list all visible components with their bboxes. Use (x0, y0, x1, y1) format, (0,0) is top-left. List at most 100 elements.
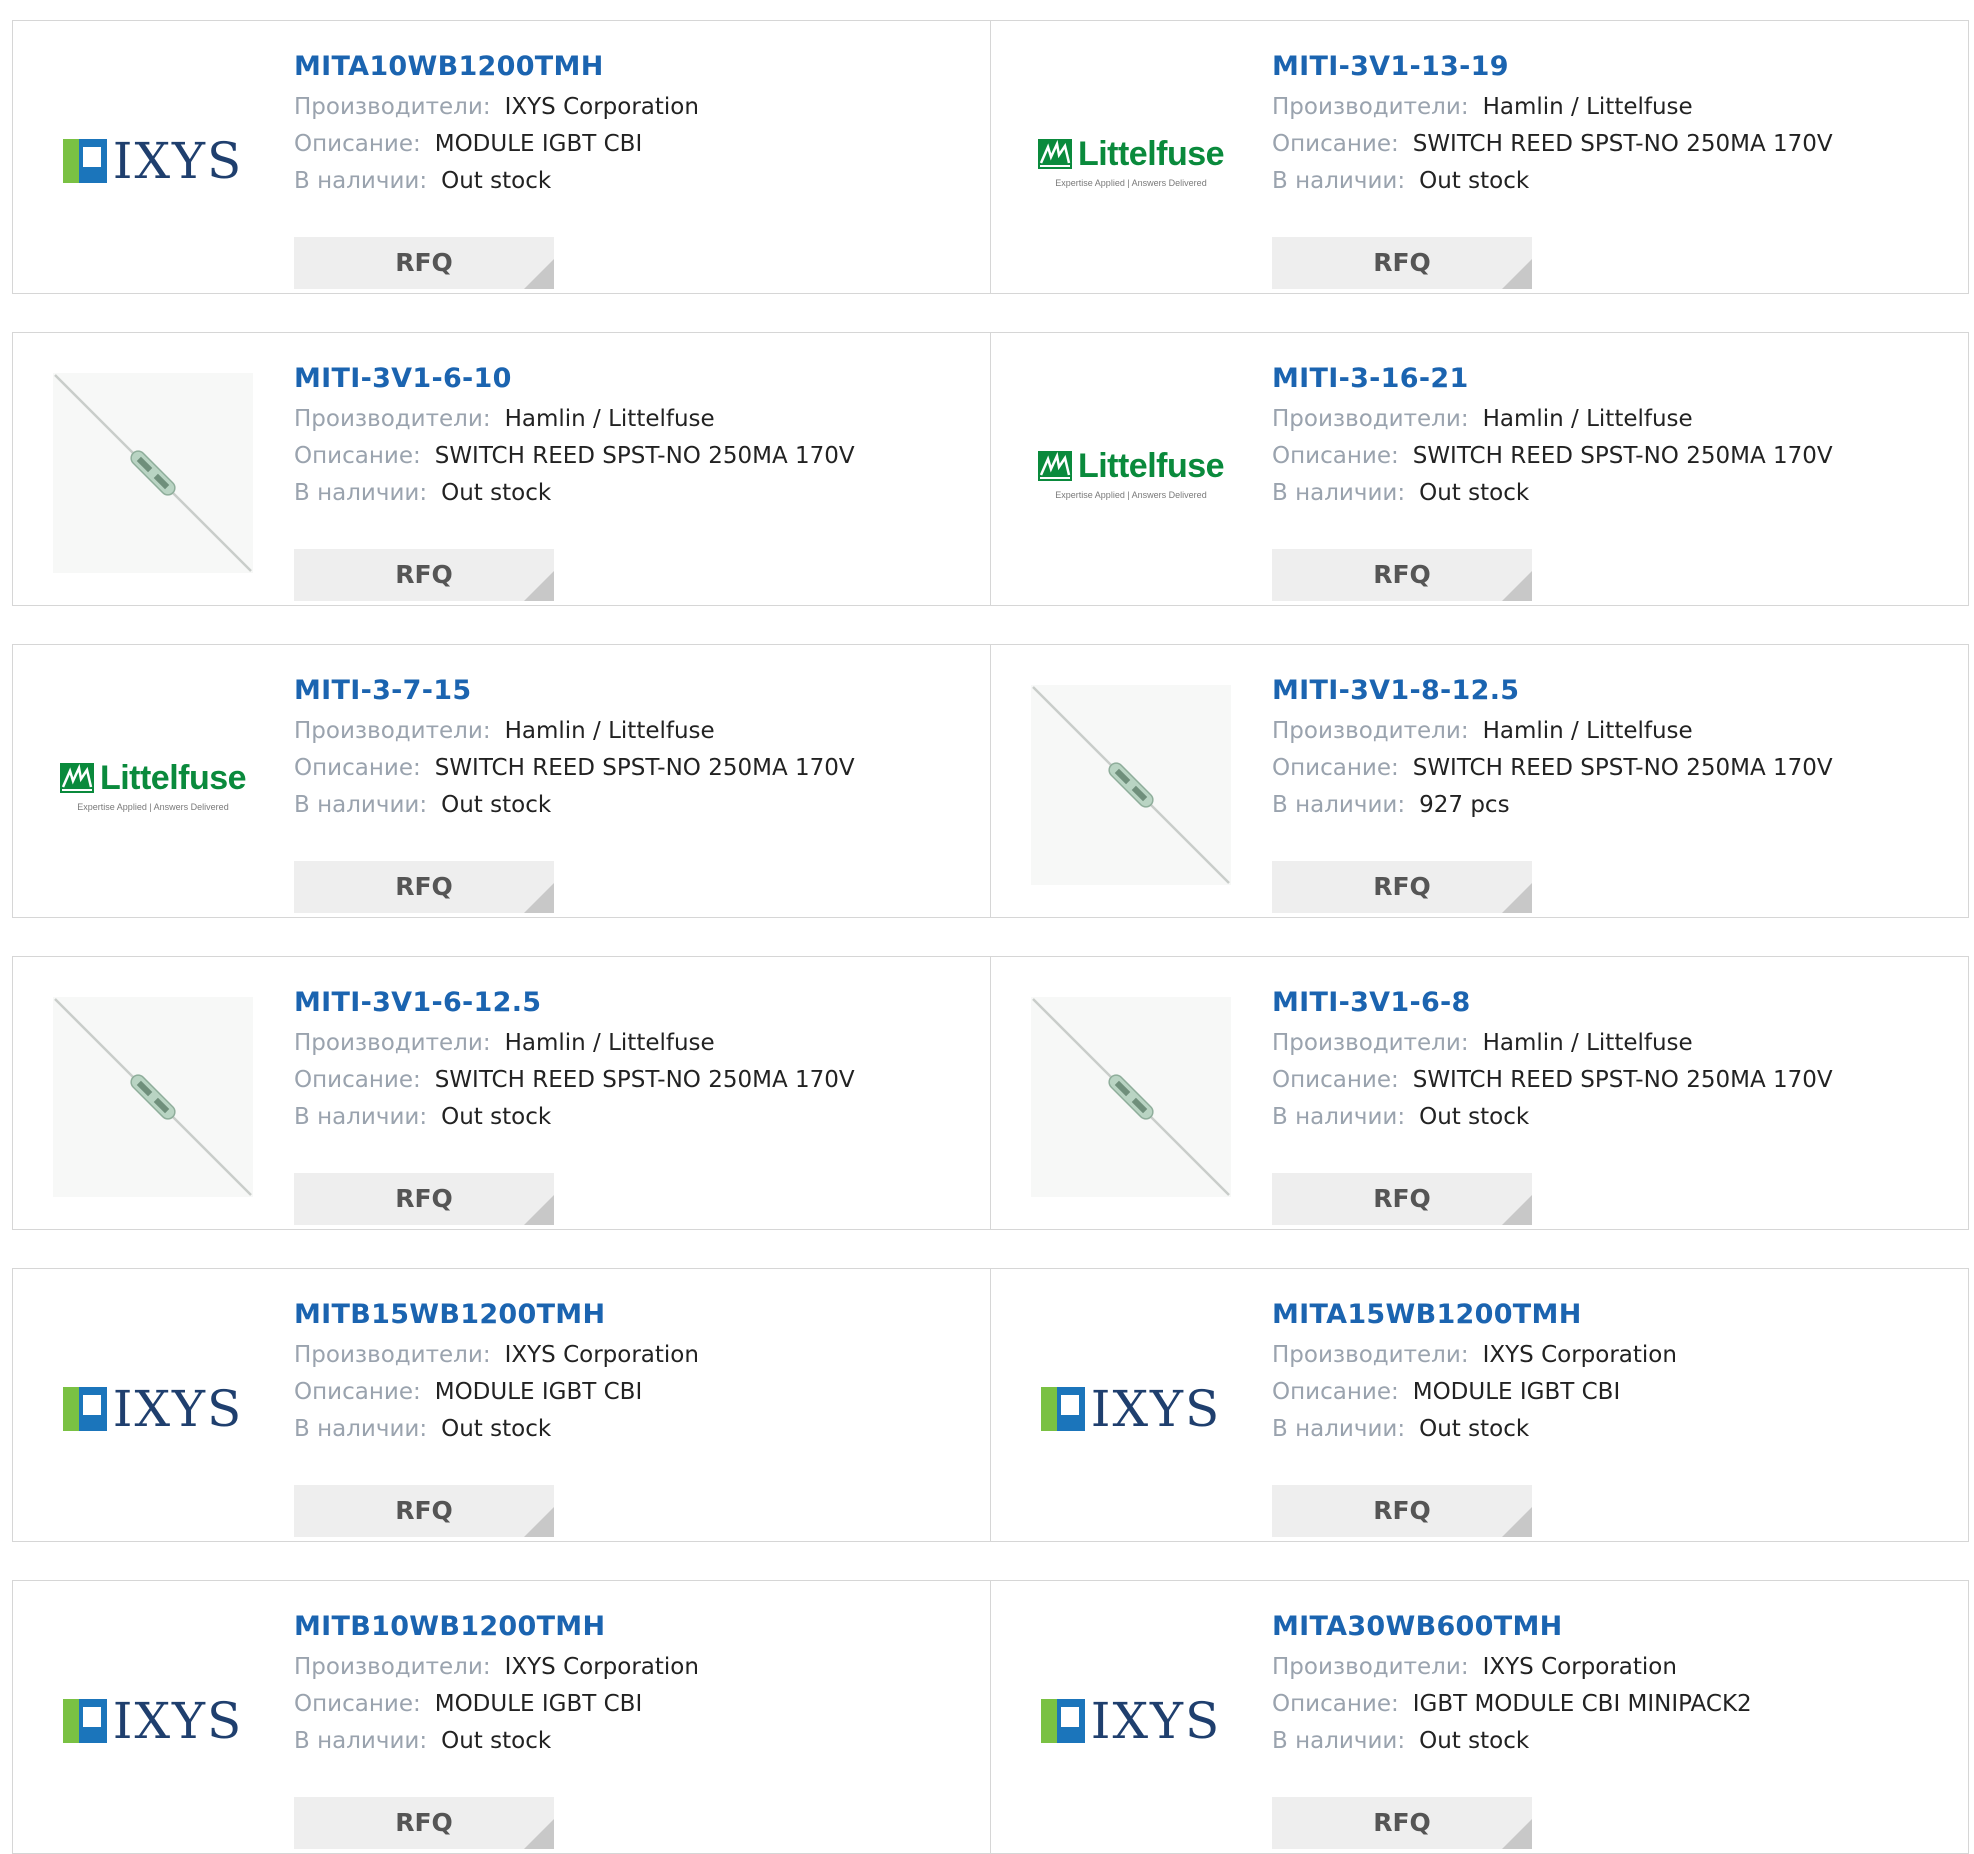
product-image[interactable]: Littelfuse Expertise Applied | Answers D… (1031, 61, 1231, 261)
stock-label: В наличии: (294, 1416, 428, 1442)
product-info: MITI-3-16-21 Производители: Hamlin / Litt… (1272, 361, 1948, 601)
manufacturer-label: Производители: (1272, 718, 1469, 744)
description-value: SWITCH REED SPST-NO 250MA 170V (1412, 131, 1833, 157)
description-label: Описание: (294, 755, 421, 781)
manufacturer-line: Производители: IXYS Corporation (1272, 1337, 1948, 1374)
product-card: MITI-3V1-6-12.5 Производители: Hamlin / L… (13, 957, 990, 1229)
product-card: IXYS MITA10WB1200TMH Производители: IXYS … (13, 21, 990, 293)
rfq-button[interactable]: RFQ (1272, 237, 1532, 289)
manufacturer-label: Производители: (1272, 1342, 1469, 1368)
littelfuse-logo-text: Littelfuse (1077, 134, 1225, 173)
ixys-mark-cutout (1060, 1395, 1079, 1415)
product-image[interactable] (1031, 997, 1231, 1197)
rfq-button[interactable]: RFQ (294, 1485, 554, 1537)
stock-label: В наличии: (1272, 1416, 1406, 1442)
stock-line: В наличии: Out stock (294, 787, 970, 824)
corner-triangle-icon (524, 1819, 554, 1849)
part-number-link[interactable]: MITB10WB1200TMH (294, 1609, 970, 1645)
part-number-link[interactable]: MITA10WB1200TMH (294, 49, 970, 85)
manufacturer-value: IXYS Corporation (1482, 1342, 1677, 1368)
product-image[interactable] (53, 373, 253, 573)
part-number-link[interactable]: MITI-3-16-21 (1272, 361, 1948, 397)
product-card: Littelfuse Expertise Applied | Answers D… (991, 21, 1968, 293)
product-card: IXYS MITA15WB1200TMH Производители: IXYS … (991, 1269, 1968, 1541)
part-number-link[interactable]: MITI-3-7-15 (294, 673, 970, 709)
manufacturer-line: Производители: Hamlin / Littelfuse (294, 401, 970, 438)
rfq-label: RFQ (395, 248, 453, 277)
part-number-link[interactable]: MITI-3V1-6-8 (1272, 985, 1948, 1021)
rfq-button[interactable]: RFQ (294, 861, 554, 913)
product-info: MITI-3-7-15 Производители: Hamlin / Litte… (294, 673, 970, 913)
stock-line: В наличии: Out stock (1272, 1411, 1948, 1448)
ixys-mark-icon (62, 139, 107, 183)
product-image[interactable]: IXYS (1031, 1309, 1231, 1509)
rfq-button[interactable]: RFQ (294, 1173, 554, 1225)
part-number-link[interactable]: MITI-3V1-6-12.5 (294, 985, 970, 1021)
manufacturer-line: Производители: Hamlin / Littelfuse (1272, 713, 1948, 750)
manufacturer-value: IXYS Corporation (1482, 1654, 1677, 1680)
corner-triangle-icon (1502, 259, 1532, 289)
part-number-link[interactable]: MITA30WB600TMH (1272, 1609, 1948, 1645)
ixys-mark-cutout (82, 1395, 101, 1415)
ixys-mark-cutout (1060, 1707, 1079, 1727)
rfq-label: RFQ (395, 1184, 453, 1213)
ixys-logo-text: IXYS (112, 132, 244, 190)
stock-label: В наличии: (294, 1104, 428, 1130)
rfq-label: RFQ (1373, 872, 1431, 901)
manufacturer-label: Производители: (294, 1654, 491, 1680)
rfq-button[interactable]: RFQ (294, 549, 554, 601)
littelfuse-logo: Littelfuse Expertise Applied | Answers D… (59, 759, 247, 812)
part-number-link[interactable]: MITI-3V1-13-19 (1272, 49, 1948, 85)
product-info: MITI-3V1-13-19 Производители: Hamlin / Li… (1272, 49, 1948, 289)
rfq-button[interactable]: RFQ (294, 1797, 554, 1849)
rfq-button[interactable]: RFQ (1272, 1485, 1532, 1537)
stock-label: В наличии: (1272, 1104, 1406, 1130)
littelfuse-tagline: Expertise Applied | Answers Delivered (1055, 489, 1207, 500)
littelfuse-logo-top: Littelfuse (1037, 134, 1225, 174)
description-line: Описание: MODULE IGBT CBI (294, 126, 970, 163)
description-line: Описание: MODULE IGBT CBI (294, 1686, 970, 1723)
ixys-mark-icon (1040, 1699, 1085, 1743)
part-number-link[interactable]: MITB15WB1200TMH (294, 1297, 970, 1333)
ixys-mark-green (62, 1699, 79, 1743)
stock-line: В наличии: Out stock (1272, 1723, 1948, 1760)
rfq-label: RFQ (1373, 248, 1431, 277)
part-number-link[interactable]: MITI-3V1-6-10 (294, 361, 970, 397)
rfq-button[interactable]: RFQ (1272, 549, 1532, 601)
corner-triangle-icon (1502, 1507, 1532, 1537)
part-number-link[interactable]: MITI-3V1-8-12.5 (1272, 673, 1948, 709)
description-line: Описание: IGBT MODULE CBI MINIPACK2 (1272, 1686, 1948, 1723)
stock-value: Out stock (1419, 1416, 1530, 1442)
stock-line: В наличии: Out stock (1272, 475, 1948, 512)
product-info: MITI-3V1-6-8 Производители: Hamlin / Litt… (1272, 985, 1948, 1225)
rfq-button[interactable]: RFQ (294, 237, 554, 289)
product-card: Littelfuse Expertise Applied | Answers D… (13, 645, 990, 917)
rfq-button[interactable]: RFQ (1272, 1797, 1532, 1849)
product-image[interactable]: Littelfuse Expertise Applied | Answers D… (1031, 373, 1231, 573)
description-line: Описание: SWITCH REED SPST-NO 250MA 170V (294, 438, 970, 475)
product-image[interactable] (53, 997, 253, 1197)
rfq-button[interactable]: RFQ (1272, 861, 1532, 913)
product-image[interactable] (1031, 685, 1231, 885)
ixys-logo: IXYS (1040, 1696, 1222, 1746)
product-image[interactable]: IXYS (1031, 1621, 1231, 1821)
ixys-logo-text: IXYS (112, 1692, 244, 1750)
manufacturer-line: Производители: IXYS Corporation (294, 1649, 970, 1686)
product-image[interactable]: IXYS (53, 1621, 253, 1821)
manufacturer-value: Hamlin / Littelfuse (504, 718, 715, 744)
product-image[interactable]: Littelfuse Expertise Applied | Answers D… (53, 685, 253, 885)
ixys-mark-icon (62, 1699, 107, 1743)
stock-value: Out stock (441, 168, 552, 194)
rfq-button[interactable]: RFQ (1272, 1173, 1532, 1225)
manufacturer-label: Производители: (294, 1030, 491, 1056)
stock-line: В наличии: Out stock (1272, 1099, 1948, 1136)
manufacturer-label: Производители: (294, 406, 491, 432)
corner-triangle-icon (524, 1507, 554, 1537)
description-value: SWITCH REED SPST-NO 250MA 170V (1412, 755, 1833, 781)
description-line: Описание: SWITCH REED SPST-NO 250MA 170V (294, 1062, 970, 1099)
description-value: SWITCH REED SPST-NO 250MA 170V (1412, 1067, 1833, 1093)
product-image[interactable]: IXYS (53, 1309, 253, 1509)
description-value: MODULE IGBT CBI (1412, 1379, 1621, 1405)
product-image[interactable]: IXYS (53, 61, 253, 261)
part-number-link[interactable]: MITA15WB1200TMH (1272, 1297, 1948, 1333)
